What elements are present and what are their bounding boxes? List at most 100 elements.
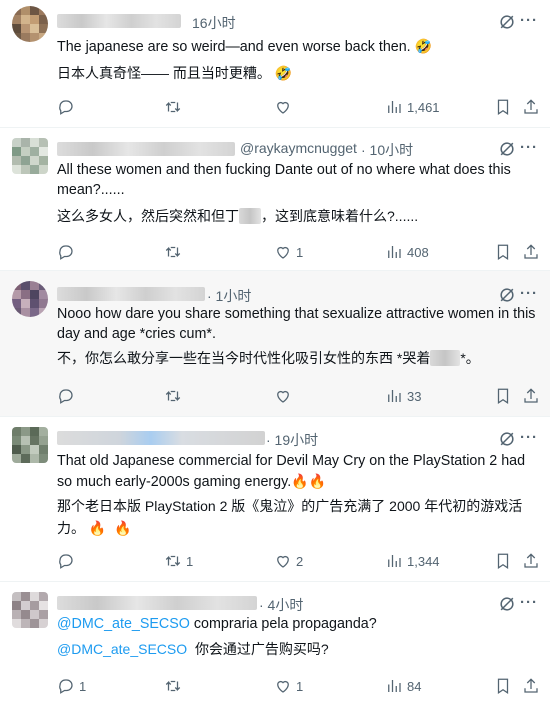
views-icon xyxy=(388,101,401,113)
grok-icon[interactable] xyxy=(497,594,517,614)
reply-button[interactable] xyxy=(57,98,79,116)
mention-link[interactable]: @DMC_ate_SECSO xyxy=(57,616,190,632)
share-icon xyxy=(524,678,538,693)
avatar[interactable] xyxy=(12,6,48,42)
display-name[interactable] xyxy=(57,142,235,156)
reply-button[interactable]: 1 xyxy=(57,677,86,695)
tweet-text: That old Japanese commercial for Devil M… xyxy=(57,453,526,490)
action-bar: 33 xyxy=(0,387,550,407)
bookmark-button[interactable] xyxy=(494,552,512,570)
bookmark-button[interactable] xyxy=(494,677,512,695)
more-icon[interactable]: ··· xyxy=(520,285,538,302)
tweet-translation: 这么多女人，然后突然和但丁 ，这到底意味着什么?...... xyxy=(57,208,419,224)
tweet-4[interactable]: · 19小时 ··· That old Japanese commercial … xyxy=(0,417,550,581)
share-button[interactable] xyxy=(522,552,540,570)
tweet-3[interactable]: · 1小时 ··· Nooo how dare you share someth… xyxy=(0,271,550,416)
reply-button[interactable] xyxy=(57,387,79,405)
like-button[interactable] xyxy=(274,98,296,116)
tweet-time[interactable]: · 19小时 xyxy=(266,430,318,450)
tweet-translation: 日本人真奇怪—— 而且当时更糟。 🤣 xyxy=(57,65,293,81)
reply-icon xyxy=(59,389,73,404)
retweet-icon xyxy=(165,246,181,258)
views-button[interactable]: 84 xyxy=(385,677,421,695)
grok-icon[interactable] xyxy=(497,12,517,32)
mention-link[interactable]: @DMC_ate_SECSO xyxy=(57,641,187,657)
action-bar: 1 408 xyxy=(0,243,550,263)
bookmark-icon xyxy=(497,244,509,260)
bookmark-icon xyxy=(497,553,509,569)
tweet-text: Nooo how dare you share something that s… xyxy=(57,306,536,342)
views-icon xyxy=(388,246,401,258)
avatar[interactable] xyxy=(12,138,48,174)
bookmark-button[interactable] xyxy=(494,243,512,261)
tweet-text: All these women and then fucking Dante o… xyxy=(57,162,511,198)
like-icon xyxy=(277,101,289,114)
views-button[interactable]: 1,461 xyxy=(385,98,440,116)
like-icon xyxy=(277,246,289,259)
tweet-2[interactable]: @raykaymcnugget · 10小时 ··· All these wom… xyxy=(0,128,550,270)
tweet-translation: 不，你怎么敢分享一些在当今时代性化吸引女性的东西 *哭着 *。 xyxy=(57,350,480,366)
retweet-icon xyxy=(165,555,181,567)
grok-icon[interactable] xyxy=(497,139,517,159)
blurred-text xyxy=(239,208,261,224)
retweet-button[interactable] xyxy=(164,98,186,116)
tweet-time[interactable]: · 4小时 xyxy=(259,595,303,615)
share-button[interactable] xyxy=(522,387,540,405)
views-button[interactable]: 1,344 xyxy=(385,552,440,570)
views-button[interactable]: 33 xyxy=(385,387,421,405)
tweet-time[interactable]: · 10小时 xyxy=(361,140,413,160)
grok-icon[interactable] xyxy=(497,285,517,305)
reply-icon xyxy=(59,100,73,115)
reply-button[interactable] xyxy=(57,243,79,261)
bookmark-icon xyxy=(497,678,509,694)
display-name[interactable] xyxy=(57,287,205,301)
action-bar: 1,461 xyxy=(0,98,550,118)
reply-icon xyxy=(59,679,73,694)
display-name[interactable] xyxy=(57,431,265,445)
views-button[interactable]: 408 xyxy=(385,243,429,261)
bookmark-icon xyxy=(497,99,509,115)
retweet-button[interactable] xyxy=(164,387,186,405)
avatar[interactable] xyxy=(12,592,48,628)
retweet-button[interactable] xyxy=(164,677,186,695)
views-icon xyxy=(388,680,401,692)
share-button[interactable] xyxy=(522,243,540,261)
tweet-text: @DMC_ate_SECSO compraria pela propaganda… xyxy=(57,616,377,632)
views-icon xyxy=(388,390,401,402)
tweet-time[interactable]: · 1小时 xyxy=(207,286,251,306)
share-icon xyxy=(524,388,538,403)
display-name[interactable] xyxy=(57,14,181,28)
tweet-5[interactable]: · 4小时 ··· @DMC_ate_SECSO compraria pela … xyxy=(0,582,550,703)
emoji: 🤣 xyxy=(414,38,433,54)
bookmark-button[interactable] xyxy=(494,98,512,116)
share-icon xyxy=(524,244,538,259)
share-button[interactable] xyxy=(522,98,540,116)
tweet-handle[interactable]: @raykaymcnugget xyxy=(240,140,357,156)
emoji: 🔥🔥 xyxy=(291,473,327,489)
share-button[interactable] xyxy=(522,677,540,695)
tweet-1[interactable]: 16小时 ··· The japanese are so weird—and e… xyxy=(0,0,550,127)
reply-button[interactable] xyxy=(57,552,79,570)
like-button[interactable]: 1 xyxy=(274,677,303,695)
bookmark-button[interactable] xyxy=(494,387,512,405)
like-button[interactable]: 2 xyxy=(274,552,303,570)
more-icon[interactable]: ··· xyxy=(520,594,538,611)
avatar[interactable] xyxy=(12,281,48,317)
action-bar: 1 1 84 xyxy=(0,677,550,697)
avatar[interactable] xyxy=(12,427,48,463)
like-button[interactable] xyxy=(274,387,296,405)
bookmark-icon xyxy=(497,388,509,404)
more-icon[interactable]: ··· xyxy=(520,429,538,446)
tweet-time[interactable]: 16小时 xyxy=(192,13,236,33)
retweet-icon xyxy=(165,390,181,402)
grok-icon[interactable] xyxy=(497,429,517,449)
retweet-button[interactable]: 1 xyxy=(164,552,193,570)
share-icon xyxy=(524,99,538,114)
like-icon xyxy=(277,680,289,693)
retweet-button[interactable] xyxy=(164,243,186,261)
more-icon[interactable]: ··· xyxy=(520,139,538,156)
like-button[interactable]: 1 xyxy=(274,243,303,261)
display-name[interactable] xyxy=(57,596,257,610)
views-icon xyxy=(388,555,401,567)
more-icon[interactable]: ··· xyxy=(520,12,538,29)
